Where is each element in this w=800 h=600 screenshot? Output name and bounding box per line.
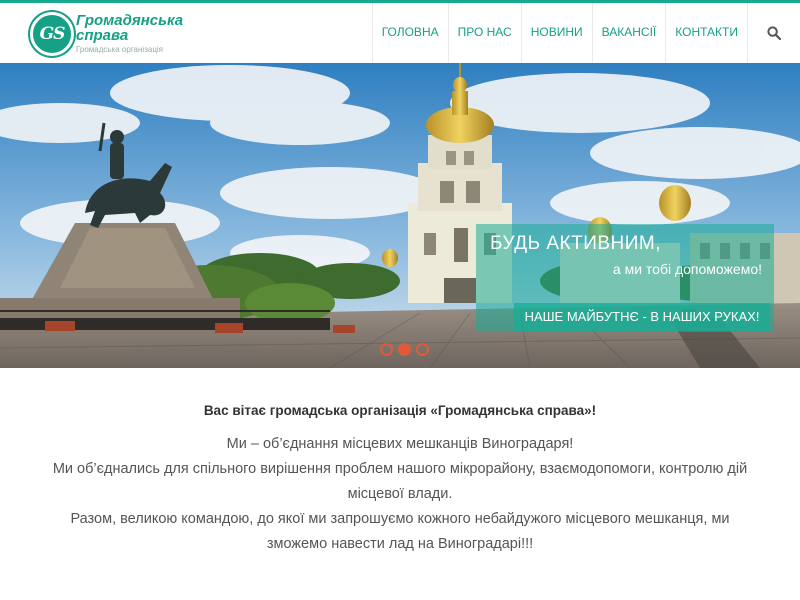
- logo-subtitle: Громадська організація: [76, 45, 164, 54]
- nav-contacts[interactable]: КОНТАКТИ: [665, 3, 747, 63]
- nav-vacancies[interactable]: ВАКАНСІЇ: [591, 3, 666, 63]
- welcome-line-2: Ми об’єднались для спільного вирішення п…: [52, 461, 748, 502]
- hero-caption-slogan: НАШЕ МАЙБУТНЄ - В НАШИХ РУКАХ!: [514, 303, 770, 331]
- logo-mark: GS: [30, 12, 74, 56]
- slider-dot-3[interactable]: [416, 343, 429, 356]
- welcome-line-3: Разом, великою командою, до якої ми запр…: [70, 511, 730, 552]
- hero-slider: БУДЬ АКТИВНИМ, а ми тобі допоможемо! НАШ…: [0, 63, 800, 368]
- hero-caption-heading: БУДЬ АКТИВНИМ,: [490, 233, 662, 254]
- welcome-heading: Вас вітає громадська організація «Громад…: [203, 403, 597, 418]
- welcome-line-1: Ми – об’єднання місцевих мешканців Виног…: [226, 436, 574, 452]
- slider-dot-2[interactable]: [398, 343, 411, 356]
- search-icon: [767, 26, 781, 40]
- main-nav: ГОЛОВНА ПРО НАС НОВИНИ ВАКАНСІЇ КОНТАКТИ: [371, 3, 800, 63]
- hero-caption-subheading: а ми тобі допоможемо!: [612, 261, 762, 277]
- welcome-text: Ми – об’єднання місцевих мешканців Виног…: [40, 432, 760, 557]
- site-header: GS Громадянська справа Громадська органі…: [0, 3, 800, 63]
- logo-title-line-2: справа: [76, 27, 129, 44]
- search-button[interactable]: [747, 3, 800, 63]
- site-logo[interactable]: GS Громадянська справа Громадська органі…: [30, 12, 230, 58]
- logo-title: Громадянська справа: [76, 13, 226, 43]
- nav-news[interactable]: НОВИНИ: [520, 3, 592, 63]
- slider-dot-1[interactable]: [380, 343, 393, 356]
- slider-pagination: [380, 343, 429, 356]
- nav-about[interactable]: ПРО НАС: [447, 3, 521, 63]
- logo-title-line-1: Громадянська: [76, 12, 184, 29]
- nav-home[interactable]: ГОЛОВНА: [371, 3, 448, 63]
